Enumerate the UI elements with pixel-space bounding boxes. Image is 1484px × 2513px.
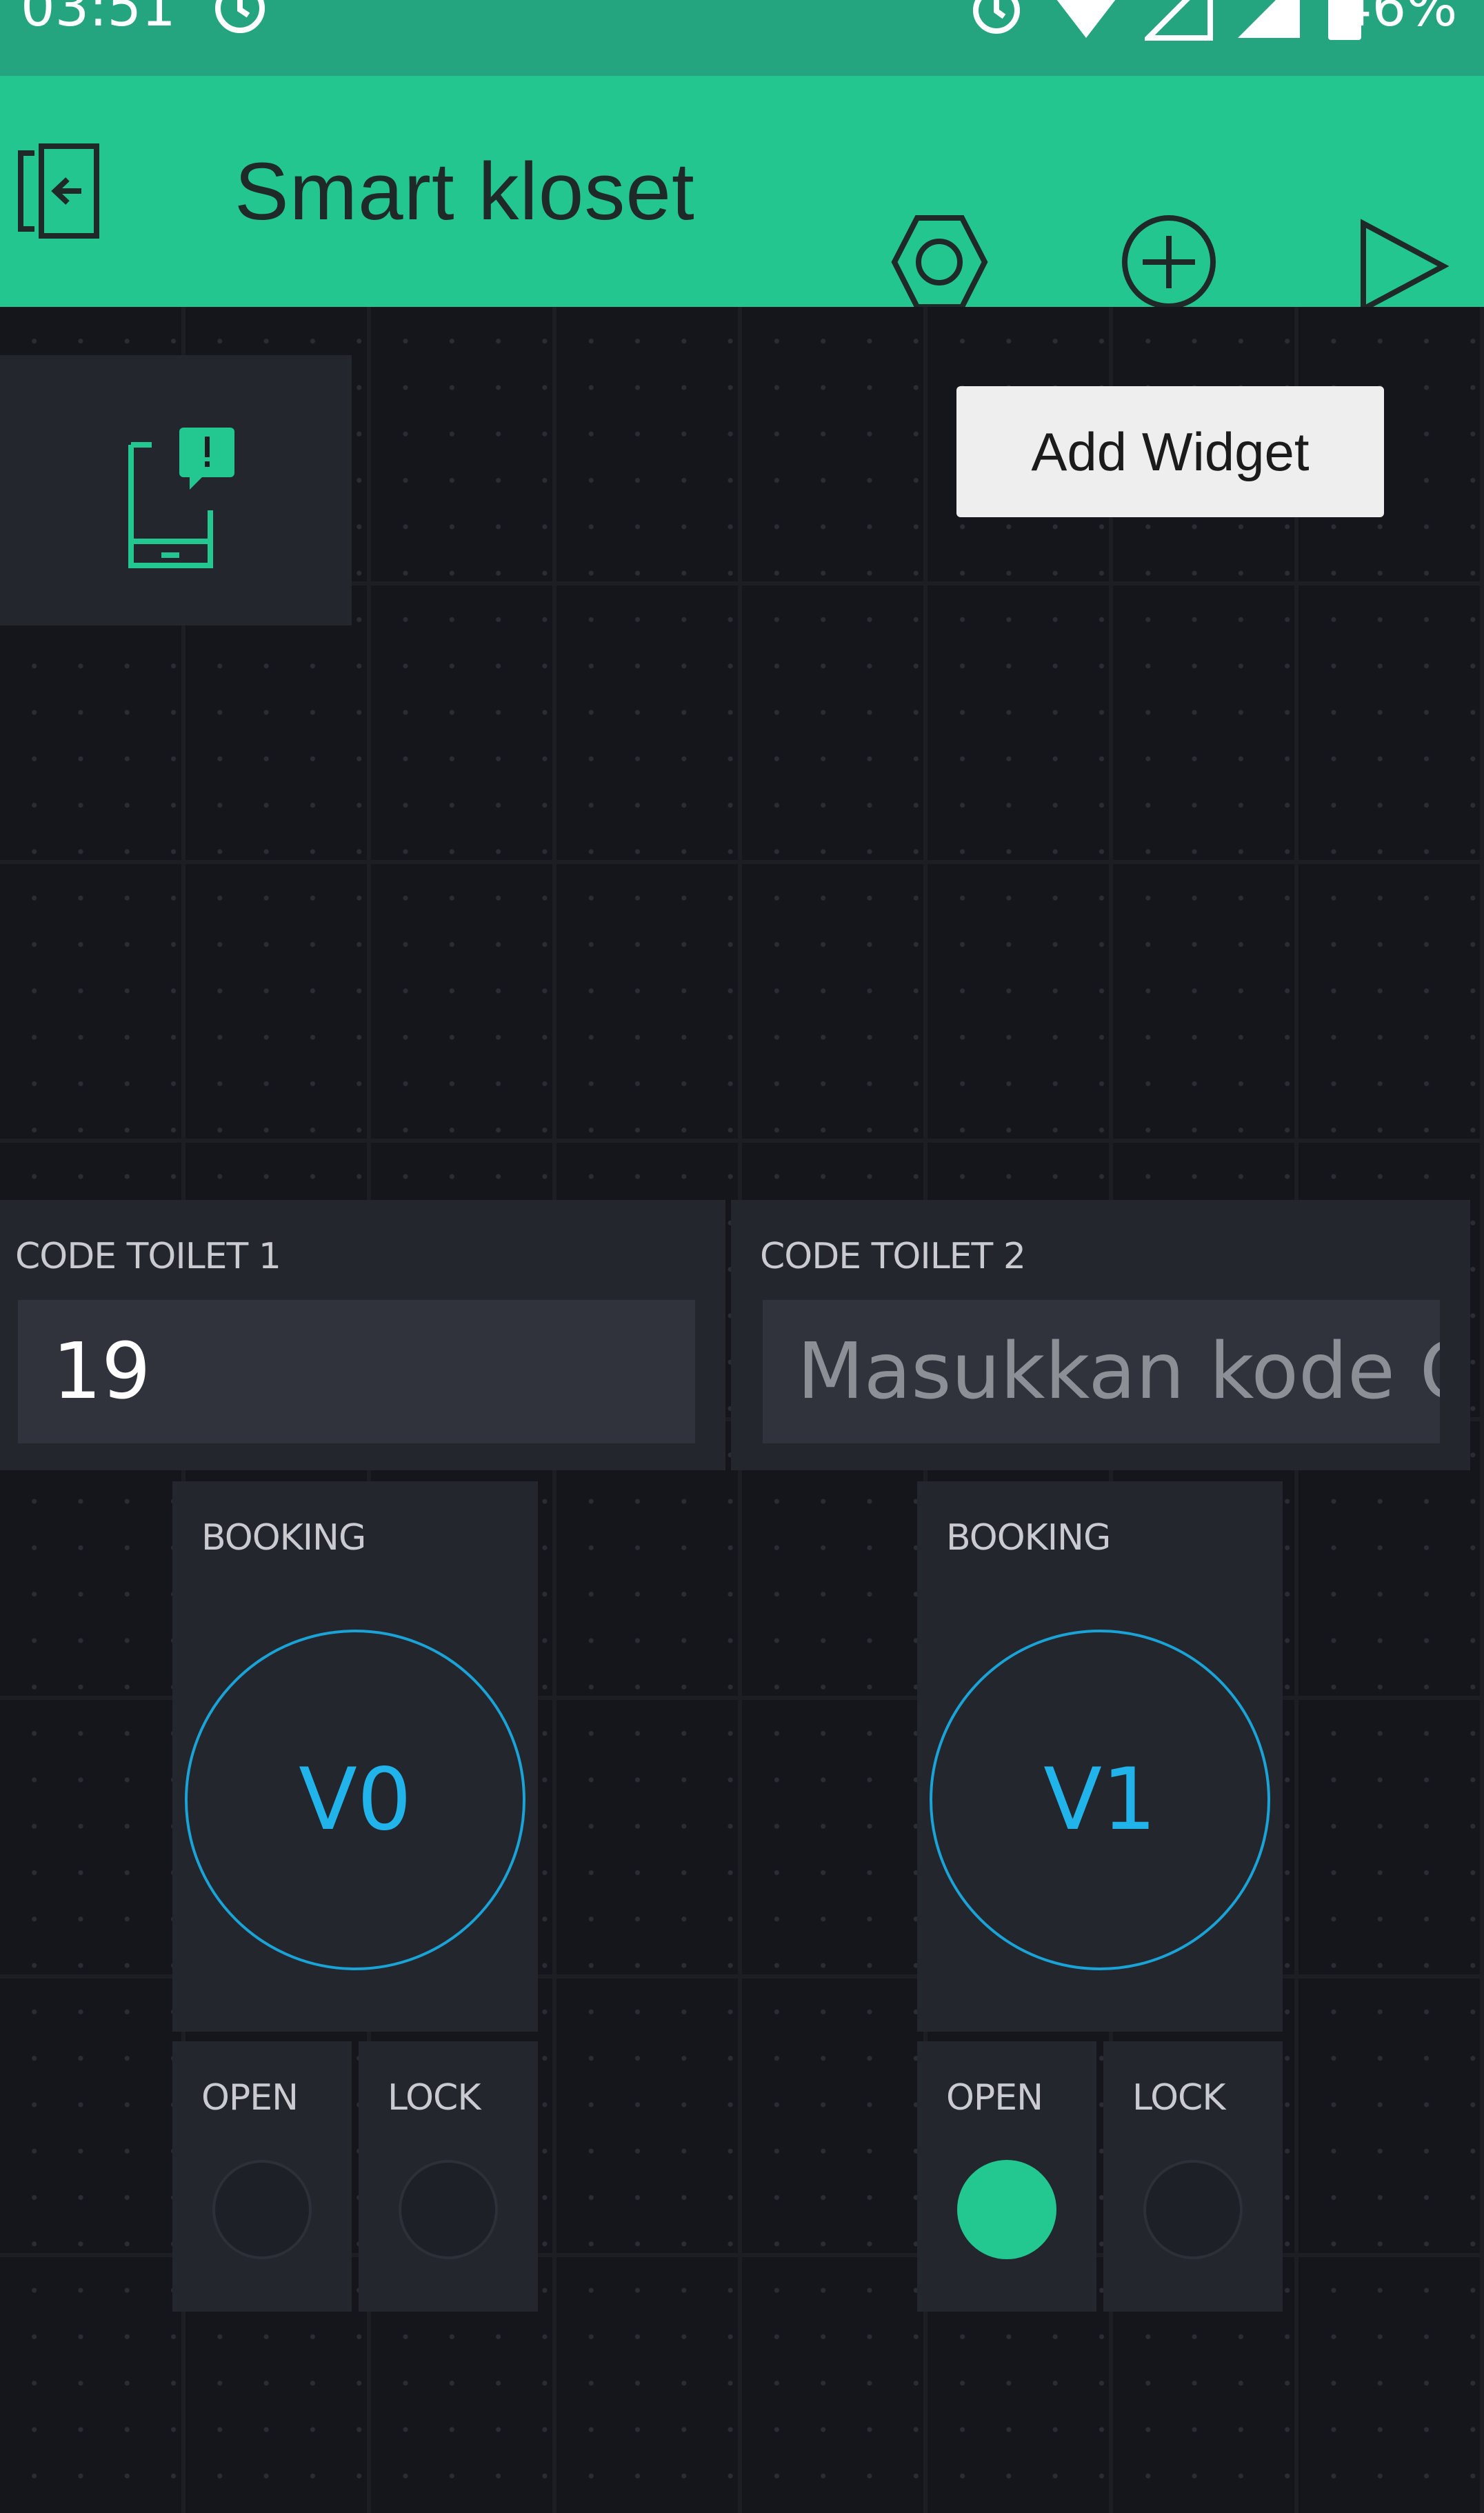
booking-2-knob[interactable]: V1 bbox=[930, 1630, 1270, 1970]
code-toilet-1-widget: CODE TOILET 1 19 bbox=[0, 1200, 725, 1470]
alarm-icon bbox=[973, 0, 1020, 34]
open-1-led-widget: OPEN bbox=[172, 2041, 352, 2312]
code-toilet-2-widget: CODE TOILET 2 Masukkan kode O bbox=[731, 1200, 1470, 1470]
settings-icon[interactable] bbox=[890, 212, 990, 312]
battery-percent: 46% bbox=[1338, 0, 1458, 39]
lock-1-label: LOCK bbox=[388, 2077, 481, 2119]
lock-1-led-widget: LOCK bbox=[359, 2041, 538, 2312]
wifi-icon bbox=[1056, 0, 1116, 38]
status-time: 03:51 bbox=[21, 0, 176, 39]
booking-1-knob[interactable]: V0 bbox=[185, 1630, 525, 1970]
open-1-led bbox=[212, 2160, 312, 2259]
status-icons bbox=[965, 0, 1365, 41]
booking-1-widget[interactable]: BOOKING V0 bbox=[172, 1481, 538, 2032]
add-icon[interactable] bbox=[1121, 214, 1217, 310]
signal-icon bbox=[1238, 0, 1300, 38]
lock-2-led-widget: LOCK bbox=[1103, 2041, 1283, 2312]
status-bar: 03:51 46% bbox=[0, 0, 1484, 76]
open-2-label: OPEN bbox=[946, 2077, 1043, 2119]
open-2-led-widget: OPEN bbox=[917, 2041, 1096, 2312]
booking-2-label: BOOKING bbox=[946, 1517, 1111, 1559]
app-bar: Smart kloset bbox=[0, 76, 1484, 314]
device-notification-icon bbox=[128, 428, 234, 568]
code-toilet-2-input[interactable]: Masukkan kode O bbox=[763, 1300, 1440, 1443]
lock-1-led bbox=[399, 2160, 498, 2259]
booking-2-widget[interactable]: BOOKING V1 bbox=[917, 1481, 1283, 2032]
lock-2-label: LOCK bbox=[1132, 2077, 1225, 2119]
booking-1-label: BOOKING bbox=[201, 1517, 366, 1559]
project-title: Smart kloset bbox=[234, 146, 695, 237]
open-2-led bbox=[957, 2160, 1056, 2259]
notification-widget[interactable] bbox=[0, 355, 352, 625]
play-icon[interactable] bbox=[1355, 218, 1452, 314]
add-widget-button[interactable]: Add Widget bbox=[956, 386, 1384, 517]
open-1-label: OPEN bbox=[201, 2077, 299, 2119]
alarm-icon bbox=[215, 0, 265, 33]
lock-2-led bbox=[1143, 2160, 1243, 2259]
code-toilet-1-label: CODE TOILET 1 bbox=[15, 1236, 281, 1277]
signal-icon bbox=[1145, 0, 1213, 41]
back-icon[interactable] bbox=[7, 139, 110, 243]
code-toilet-2-label: CODE TOILET 2 bbox=[760, 1236, 1026, 1277]
code-toilet-1-input[interactable]: 19 bbox=[18, 1300, 695, 1443]
